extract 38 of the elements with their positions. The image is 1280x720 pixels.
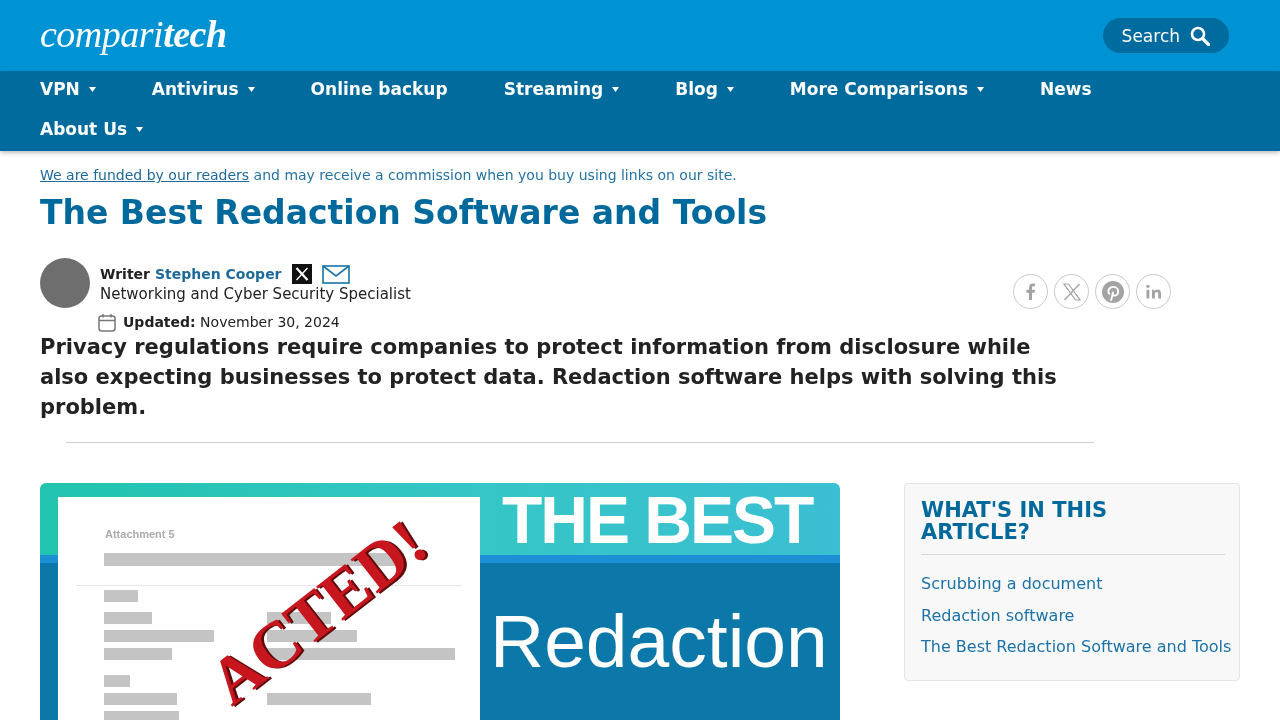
facebook-icon [1025,283,1036,300]
toc-title: WHAT'S IN THIS ARTICLE? [921,499,1109,543]
article-intro: Privacy regulations require companies to protect information from disclosure while also expecting businesses to protect data. Redaction software helps with solving this problem. [40,334,1058,421]
nav-link[interactable]: Blog [675,71,734,107]
mail-icon[interactable] [321,264,350,284]
search-button[interactable]: Search [1102,18,1229,53]
pinterest-share-button[interactable] [1095,274,1130,309]
nav-link[interactable]: More Comparisons [789,71,985,107]
article-title: The Best Redaction Software and Tools [40,193,769,233]
author-title: Networking and Cyber Security Specialist [100,284,411,304]
nav-link[interactable]: News [1040,71,1092,107]
toc-link[interactable]: The Best Redaction Software and Tools [921,635,1232,659]
nav-link[interactable]: About Us [40,111,144,147]
x-share-button[interactable] [1054,274,1089,309]
x-logo-icon [1062,282,1081,301]
avatar-placeholder [40,258,90,308]
facebook-share-button[interactable] [1013,274,1048,309]
calendar-icon [98,312,116,332]
disclosure-text: We are funded by our readers and may receive a commission when you buy using links on our site. [40,166,738,185]
nav-link[interactable]: Antivirus [151,71,255,107]
nav-link[interactable]: Streaming [503,71,620,107]
site-logo[interactable]: comparitech [40,14,227,57]
attachment-label: Attachment 5 [105,527,175,541]
nav-link[interactable]: VPN [40,71,96,107]
banner-headline: THE BEST [502,487,813,553]
updated-date: Updated: November 30, 2024 [123,314,340,330]
nav-link[interactable]: Online backup [310,71,448,107]
toc-link[interactable]: Scrubbing a document [921,572,1103,596]
linkedin-share-button[interactable] [1136,274,1171,309]
x-logo-icon[interactable] [291,264,312,284]
search-icon [1190,25,1210,46]
banner-subject: Redaction [490,604,828,679]
writer-label: Writer [100,266,150,282]
disclosure-link[interactable]: We are funded by our readers [40,167,250,183]
toc-link[interactable]: Redaction software [921,603,1075,628]
author-name-link[interactable]: Stephen Cooper [155,266,282,282]
linkedin-icon [1146,284,1161,299]
pinterest-icon [1101,280,1124,303]
